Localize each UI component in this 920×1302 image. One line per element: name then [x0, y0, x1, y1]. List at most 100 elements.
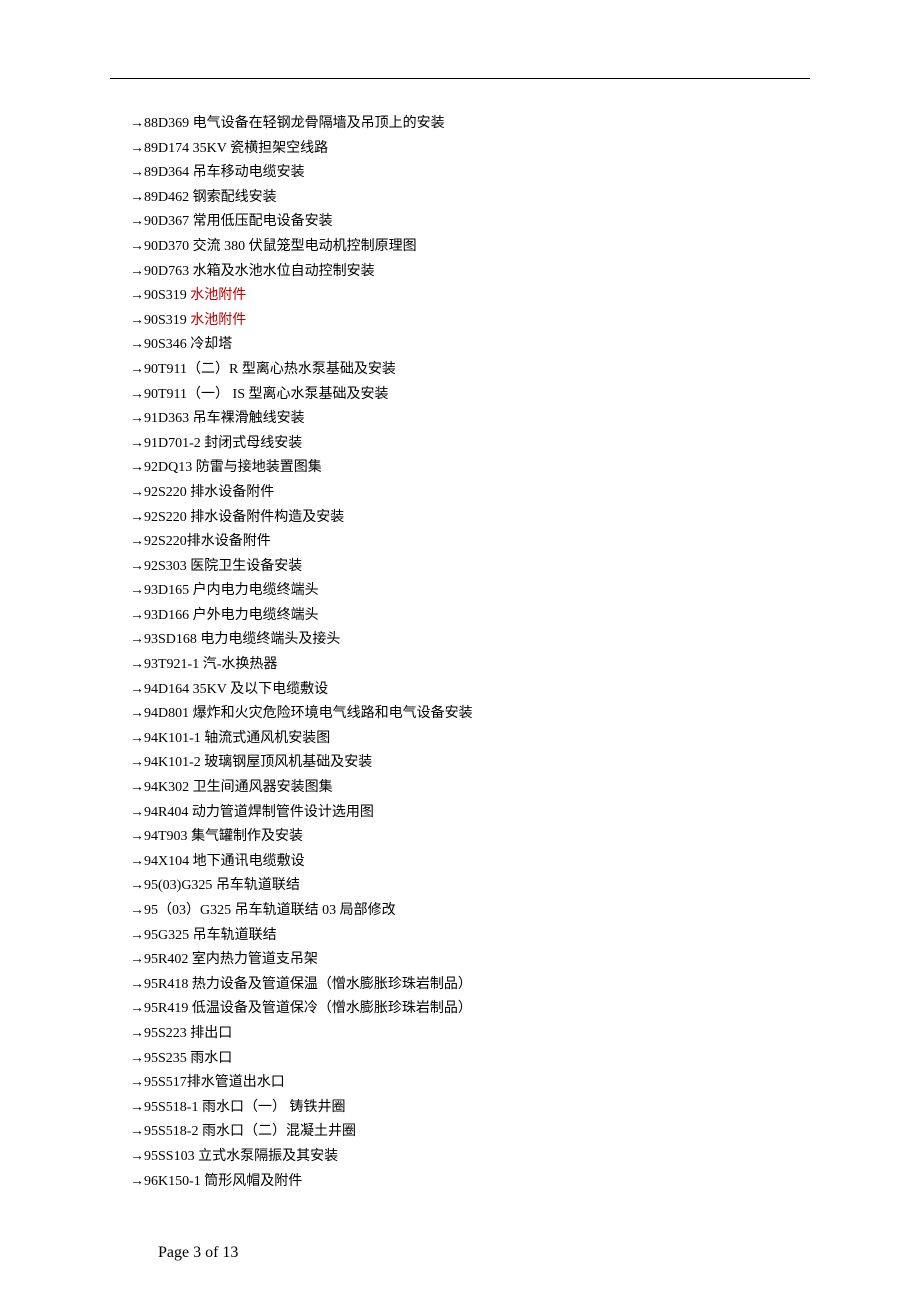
item-title: 吊车裸滑触线安装 [193, 411, 305, 426]
document-page: →88D369 电气设备在轻钢龙骨隔墙及吊顶上的安装→89D174 35KV 瓷… [0, 0, 920, 1302]
arrow-icon: → [130, 411, 144, 426]
item-title: 排出口 [190, 1026, 232, 1041]
list-item: →92DQ13 防雷与接地装置图集 [130, 456, 920, 481]
list-item: →90S319 水池附件 [130, 309, 920, 334]
item-code: 92DQ13 [144, 460, 192, 475]
arrow-icon: → [130, 313, 144, 328]
item-title: 钢索配线安装 [193, 190, 277, 205]
item-title: 动力管道焊制管件设计选用图 [192, 805, 374, 820]
item-code: 90T911（二）R [144, 362, 238, 377]
arrow-icon: → [130, 1149, 144, 1164]
arrow-icon: → [130, 805, 144, 820]
arrow-icon: → [130, 755, 144, 770]
entry-list: →88D369 电气设备在轻钢龙骨隔墙及吊顶上的安装→89D174 35KV 瓷… [130, 112, 920, 1194]
item-code: 92S303 [144, 559, 187, 574]
item-title: 室内热力管道支吊架 [192, 952, 318, 967]
arrow-icon: → [130, 977, 144, 992]
list-item: →95S518-2 雨水口（二）混凝土井圈 [130, 1120, 920, 1145]
arrow-icon: → [130, 288, 144, 303]
arrow-icon: → [130, 1100, 144, 1115]
list-item: →93T921-1 汽-水换热器 [130, 653, 920, 678]
list-item: →95R418 热力设备及管道保温（憎水膨胀珍珠岩制品） [130, 973, 920, 998]
arrow-icon: → [130, 682, 144, 697]
item-title: 医院卫生设备安装 [190, 559, 302, 574]
item-title: 热力设备及管道保温（憎水膨胀珍珠岩制品） [192, 977, 472, 992]
item-title: 排水设备附件 [187, 534, 271, 549]
list-item: →94D801 爆炸和火灾危险环境电气线路和电气设备安装 [130, 702, 920, 727]
arrow-icon: → [130, 1026, 144, 1041]
list-item: →95（03）G325 吊车轨道联结 03 局部修改 [130, 899, 920, 924]
item-title: 户外电力电缆终端头 [193, 608, 319, 623]
arrow-icon: → [130, 141, 144, 156]
list-item: →95R419 低温设备及管道保冷（憎水膨胀珍珠岩制品） [130, 997, 920, 1022]
arrow-icon: → [130, 239, 144, 254]
list-item: →94D164 35KV 及以下电缆敷设 [130, 678, 920, 703]
item-title: 吊车轨道联结 [193, 928, 277, 943]
item-code: 89D364 [144, 165, 189, 180]
arrow-icon: → [130, 657, 144, 672]
arrow-icon: → [130, 903, 144, 918]
arrow-icon: → [130, 362, 144, 377]
list-item: →94K101-2 玻璃钢屋顶风机基础及安装 [130, 751, 920, 776]
list-item: →89D364 吊车移动电缆安装 [130, 161, 920, 186]
item-code: 95(03)G325 [144, 878, 212, 893]
list-item: →90T911（一） IS 型离心水泵基础及安装 [130, 383, 920, 408]
item-code: 95S235 [144, 1051, 187, 1066]
item-title: 卫生间通风器安装图集 [193, 780, 333, 795]
item-code: 95R402 [144, 952, 188, 967]
arrow-icon: → [130, 1174, 144, 1189]
arrow-icon: → [130, 583, 144, 598]
list-item: →96K150-1 筒形风帽及附件 [130, 1170, 920, 1195]
arrow-icon: → [130, 928, 144, 943]
item-title: 玻璃钢屋顶风机基础及安装 [204, 755, 372, 770]
item-title: 封闭式母线安装 [204, 436, 302, 451]
list-item: →92S220 排水设备附件 [130, 481, 920, 506]
item-code: 94D164 [144, 682, 189, 697]
list-item: →92S303 医院卫生设备安装 [130, 555, 920, 580]
arrow-icon: → [130, 1001, 144, 1016]
item-title: 轴流式通风机安装图 [204, 731, 330, 746]
item-code: 95S518-1 [144, 1100, 198, 1115]
item-title: 立式水泵隔振及其安装 [198, 1149, 338, 1164]
list-item: →92S220排水设备附件 [130, 530, 920, 555]
item-code: 90S319 [144, 313, 187, 328]
item-title: 防雷与接地装置图集 [196, 460, 322, 475]
item-title: 排水管道出水口 [187, 1075, 285, 1090]
item-code: 94D801 [144, 706, 189, 721]
arrow-icon: → [130, 165, 144, 180]
list-item: →95G325 吊车轨道联结 [130, 924, 920, 949]
list-item: →95SS103 立式水泵隔振及其安装 [130, 1145, 920, 1170]
item-title: 型离心热水泵基础及安装 [242, 362, 396, 377]
item-title: 电气设备在轻钢龙骨隔墙及吊顶上的安装 [193, 116, 445, 131]
item-code: 95R419 [144, 1001, 188, 1016]
list-item: →94T903 集气罐制作及安装 [130, 825, 920, 850]
arrow-icon: → [130, 534, 144, 549]
item-code: 95G325 [144, 928, 189, 943]
item-code: 95SS103 [144, 1149, 195, 1164]
item-code: 94K302 [144, 780, 189, 795]
list-item: →90D763 水箱及水池水位自动控制安装 [130, 260, 920, 285]
item-title: 筒形风帽及附件 [204, 1174, 302, 1189]
item-title: 冷却塔 [190, 337, 232, 352]
arrow-icon: → [130, 264, 144, 279]
arrow-icon: → [130, 559, 144, 574]
item-code: 90D763 [144, 264, 189, 279]
page-footer: Page 3 of 13 [158, 1244, 920, 1262]
item-title: 水箱及水池水位自动控制安装 [193, 264, 375, 279]
item-code: 92S220 [144, 510, 187, 525]
list-item: →93D166 户外电力电缆终端头 [130, 604, 920, 629]
arrow-icon: → [130, 829, 144, 844]
item-code: 89D174 [144, 141, 189, 156]
item-title: 低温设备及管道保冷（憎水膨胀珍珠岩制品） [192, 1001, 472, 1016]
arrow-icon: → [130, 510, 144, 525]
arrow-icon: → [130, 608, 144, 623]
list-item: →94R404 动力管道焊制管件设计选用图 [130, 801, 920, 826]
list-item: →90S319 水池附件 [130, 284, 920, 309]
arrow-icon: → [130, 632, 144, 647]
item-code: 91D363 [144, 411, 189, 426]
item-code: 95S223 [144, 1026, 187, 1041]
item-title: 常用低压配电设备安装 [193, 214, 333, 229]
item-title: IS 型离心水泵基础及安装 [233, 387, 389, 402]
item-code: 94T903 [144, 829, 188, 844]
list-item: →90T911（二）R 型离心热水泵基础及安装 [130, 358, 920, 383]
